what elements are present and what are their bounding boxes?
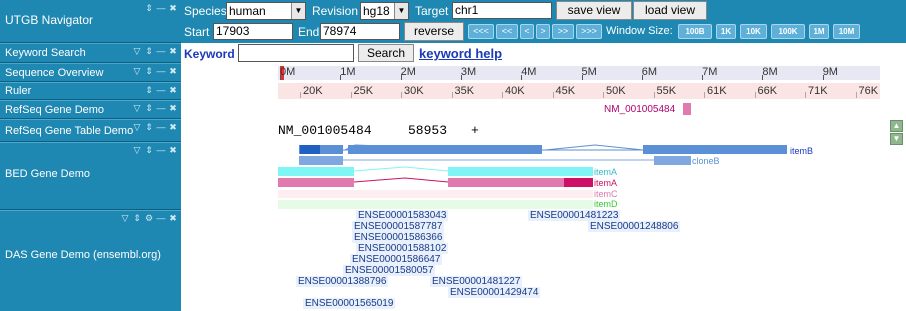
itemC-label[interactable]: itemC xyxy=(594,189,618,199)
itemB-exon xyxy=(497,145,542,154)
das-feature-label[interactable]: ENSE00001388796 xyxy=(296,276,389,287)
itemB-exon xyxy=(300,145,320,154)
das-feature-label[interactable]: ENSE00001587787 xyxy=(352,221,445,232)
itemA-cyan-exon xyxy=(564,167,593,176)
itemD-label[interactable]: itemD xyxy=(594,199,618,209)
das-feature-label[interactable]: ENSE00001481223 xyxy=(528,210,621,221)
cloneB-block xyxy=(654,156,691,165)
das-feature-label[interactable]: ENSE00001583043 xyxy=(356,210,449,221)
das-feature-label[interactable]: ENSE00001248806 xyxy=(588,221,681,232)
itemA-cyan-exon xyxy=(448,167,564,176)
cloneB-block xyxy=(299,156,343,165)
itemA-pink-exon xyxy=(564,178,593,187)
bed-gene-graphics xyxy=(278,144,787,209)
itemB-exon xyxy=(643,145,787,154)
itemB-label[interactable]: itemB xyxy=(790,146,813,156)
itemC-block xyxy=(278,190,593,198)
itemB-exon xyxy=(348,145,498,154)
itemA-pink-exon xyxy=(448,178,564,187)
das-feature-label[interactable]: ENSE00001580057 xyxy=(343,265,436,276)
das-feature-label[interactable]: ENSE00001586647 xyxy=(350,254,443,265)
das-feature-label[interactable]: ENSE00001429474 xyxy=(448,287,541,298)
cloneB-label[interactable]: cloneB xyxy=(692,156,720,166)
itemA-cyan-label[interactable]: itemA xyxy=(594,167,617,177)
itemA-pink-label[interactable]: itemA xyxy=(594,178,617,188)
das-feature-label[interactable]: ENSE00001588102 xyxy=(356,243,449,254)
itemA-pink-exon xyxy=(278,178,354,187)
das-feature-label[interactable]: ENSE00001481227 xyxy=(430,276,523,287)
itemA-cyan-exon xyxy=(278,167,354,176)
das-feature-label[interactable]: ENSE00001565019 xyxy=(303,298,396,309)
itemD-block xyxy=(278,200,593,209)
das-feature-label[interactable]: ENSE00001586366 xyxy=(352,232,445,243)
